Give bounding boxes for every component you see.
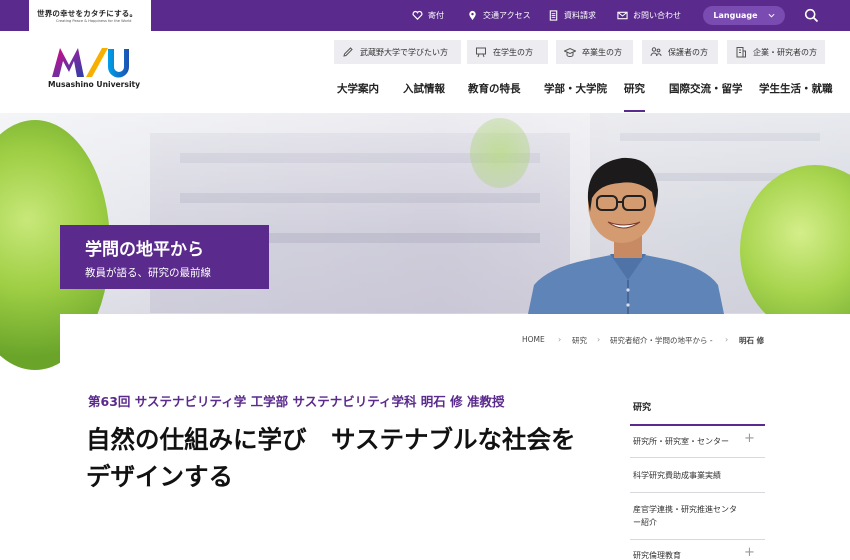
board-icon (476, 47, 486, 58)
mail-icon (617, 11, 628, 20)
brochure-label: 資料請求 (564, 11, 596, 20)
article-subhead: 第63回 サステナビリティ学 工学部 サステナビリティ学科 明石 修 准教授 (88, 394, 505, 409)
audience-label: 在学生の方 (493, 47, 533, 57)
audience-business-button[interactable]: 企業・研究者の方 (727, 40, 825, 64)
audience-students-button[interactable]: 在学生の方 (467, 40, 548, 64)
breadcrumb-researchers[interactable]: 研究者紹介・学問の地平から - (610, 335, 713, 346)
contact-link[interactable]: お問い合わせ (617, 0, 681, 31)
breadcrumb-research[interactable]: 研究 (572, 335, 587, 346)
nav-research[interactable]: 研究 (624, 81, 645, 96)
chevron-down-icon (768, 13, 775, 18)
side-menu-title: 研究 (633, 403, 652, 413)
heart-hand-icon (412, 10, 423, 21)
side-divider (630, 539, 765, 540)
audience-label: 保護者の方 (668, 47, 708, 57)
side-item-industry[interactable]: 産官学連携・研究推進センター紹介 (633, 503, 741, 529)
breadcrumb-separator: › (597, 335, 601, 344)
nav-student-life[interactable]: 学生生活・就職 (759, 81, 833, 96)
side-item-kakenhi[interactable]: 科学研究費助成事業実績 (633, 469, 763, 482)
audience-prospective-button[interactable]: 武蔵野大学で学びたい方 (334, 40, 461, 64)
hero-title-box: 学問の地平から 教員が語る、研究の最前線 (60, 225, 269, 289)
pencil-icon (343, 47, 353, 57)
musashino-logo[interactable] (50, 45, 130, 79)
audience-parents-button[interactable]: 保護者の方 (642, 40, 718, 64)
breadcrumb-separator: › (725, 335, 729, 344)
breadcrumb (60, 314, 850, 364)
audience-label: 企業・研究者の方 (753, 47, 817, 57)
breadcrumb-home[interactable]: HOME (522, 335, 545, 344)
nav-education[interactable]: 教育の特長 (468, 81, 521, 96)
brand-tagline-box: 世界の幸せをカタチにする。 Creating Peace & Happiness… (29, 0, 151, 36)
building-icon (736, 47, 746, 58)
donate-label: 寄付 (428, 11, 444, 20)
side-divider (630, 492, 765, 493)
audience-label: 卒業生の方 (582, 47, 622, 57)
expand-plus-icon[interactable]: + (744, 545, 755, 560)
people-icon (650, 47, 662, 57)
hero-subtitle: 教員が語る、研究の最前線 (85, 267, 211, 279)
side-menu-rule (630, 424, 765, 426)
audience-label: 武蔵野大学で学びたい方 (360, 47, 448, 57)
graduation-cap-icon (564, 47, 576, 57)
nav-admissions[interactable]: 入試情報 (403, 81, 445, 96)
breadcrumb-current: 明石 修 (739, 336, 765, 345)
nav-about[interactable]: 大学案内 (337, 81, 379, 96)
article-headline: 自然の仕組みに学び サステナブルな社会をデザインする (86, 425, 576, 491)
hero-title: 学問の地平から (85, 240, 204, 260)
audience-alumni-button[interactable]: 卒業生の方 (556, 40, 633, 64)
brand-subline: Creating Peace & Happiness for the World (56, 19, 132, 23)
nav-faculties[interactable]: 学部・大学院 (544, 81, 607, 96)
expand-plus-icon[interactable]: + (744, 431, 755, 446)
access-link[interactable]: 交通アクセス (467, 0, 531, 31)
search-icon[interactable] (804, 8, 819, 23)
university-name: Musashino University (48, 80, 141, 89)
nav-active-indicator (624, 110, 645, 112)
donate-link[interactable]: 寄付 (412, 0, 444, 31)
language-button[interactable]: Language (703, 6, 785, 25)
language-label: Language (713, 11, 758, 20)
location-pin-icon (469, 10, 476, 21)
breadcrumb-separator: › (558, 335, 562, 344)
professor-photo (528, 157, 724, 314)
nav-international[interactable]: 国際交流・留学 (669, 81, 743, 96)
access-label: 交通アクセス (483, 11, 531, 20)
side-divider (630, 457, 765, 458)
brand-tagline: 世界の幸せをカタチにする。 (37, 9, 138, 18)
brochure-link[interactable]: 資料請求 (548, 0, 596, 31)
document-icon (549, 10, 558, 21)
hero-tree (470, 118, 530, 188)
contact-label: お問い合わせ (633, 11, 681, 20)
